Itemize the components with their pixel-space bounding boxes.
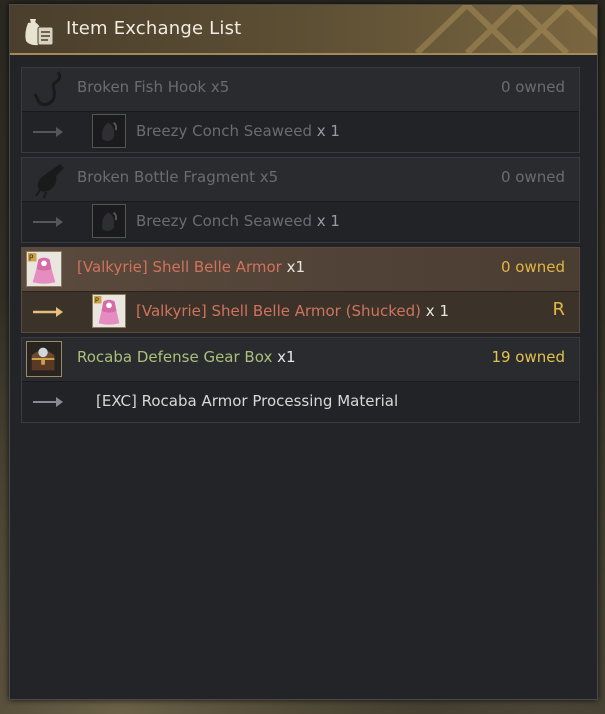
exchange-entry[interactable]: Rocaba Defense Gear Box x1 19 owned [EXC… <box>21 337 580 423</box>
exchange-entry-reward-row[interactable]: P [Valkyrie] Shell Belle Armor (Shucked)… <box>22 291 579 332</box>
seaweed-icon <box>92 204 126 238</box>
item-exchange-window: Item Exchange List Broken Fish Hook x5 0… <box>9 4 598 700</box>
titlebar-decoration <box>414 5 597 53</box>
shell-belle-armor-icon: P <box>92 294 126 328</box>
treasure-chest-icon <box>26 341 62 377</box>
reward-item-name: [Valkyrie] Shell Belle Armor (Shucked) x… <box>136 302 449 320</box>
exchange-entry-input-row[interactable]: Broken Bottle Fragment x5 0 owned <box>22 158 579 201</box>
arrow-right-icon <box>33 127 63 137</box>
svg-text:P: P <box>29 254 34 263</box>
arrow-right-icon <box>33 397 63 407</box>
reward-item-name: Breezy Conch Seaweed x 1 <box>136 212 340 230</box>
arrow-right-icon <box>33 307 63 317</box>
window-title: Item Exchange List <box>66 18 242 39</box>
exchange-item-name: Broken Bottle Fragment x5 <box>77 168 279 186</box>
arrow-right-icon <box>33 217 63 227</box>
grade-badge: R <box>552 299 565 320</box>
exchange-entry-reward-row[interactable]: [EXC] Rocaba Armor Processing Material <box>22 381 579 422</box>
exchange-entry[interactable]: Broken Bottle Fragment x5 0 owned Breezy… <box>21 157 580 243</box>
exchange-entry-selected[interactable]: P [Valkyrie] Shell Belle Armor x1 0 owne… <box>21 247 580 333</box>
owned-count: 0 owned <box>500 168 565 186</box>
seaweed-icon <box>92 114 126 148</box>
bottle-fragment-icon <box>35 164 64 199</box>
fish-hook-icon <box>33 71 62 106</box>
exchange-entry-input-row[interactable]: Broken Fish Hook x5 0 owned <box>22 68 579 111</box>
exchange-entry[interactable]: Broken Fish Hook x5 0 owned Breezy Conch… <box>21 67 580 153</box>
owned-count: 0 owned <box>500 258 565 276</box>
exchange-item-name: Broken Fish Hook x5 <box>77 78 230 96</box>
owned-count: 0 owned <box>500 78 565 96</box>
exchange-entry-reward-row[interactable]: Breezy Conch Seaweed x 1 <box>22 201 579 242</box>
reward-item-name: [EXC] Rocaba Armor Processing Material <box>96 392 399 410</box>
pouch-scroll-icon <box>25 19 54 46</box>
exchange-entry-input-row[interactable]: Rocaba Defense Gear Box x1 19 owned <box>22 338 579 381</box>
svg-text:P: P <box>95 297 99 305</box>
exchange-item-name: Rocaba Defense Gear Box x1 <box>77 348 296 366</box>
exchange-entry-input-row[interactable]: P [Valkyrie] Shell Belle Armor x1 0 owne… <box>22 248 579 291</box>
owned-count: 19 owned <box>491 348 565 366</box>
reward-item-name: Breezy Conch Seaweed x 1 <box>136 122 340 140</box>
window-titlebar[interactable]: Item Exchange List <box>10 5 597 55</box>
exchange-item-name: [Valkyrie] Shell Belle Armor x1 <box>77 258 306 276</box>
shell-belle-armor-icon: P <box>26 251 62 287</box>
exchange-entry-reward-row[interactable]: Breezy Conch Seaweed x 1 <box>22 111 579 152</box>
